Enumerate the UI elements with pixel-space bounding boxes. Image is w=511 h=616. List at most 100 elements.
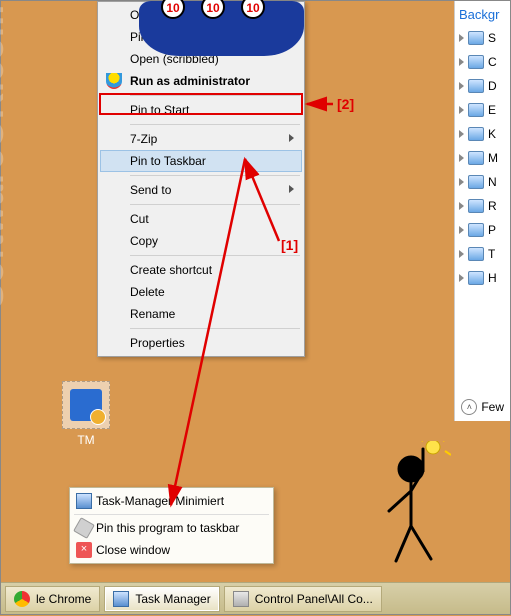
close-icon: × bbox=[76, 542, 92, 558]
row-label: C bbox=[488, 55, 497, 69]
taskbar-button-label: Control Panel\All Co... bbox=[255, 592, 373, 606]
row-label: D bbox=[488, 79, 497, 93]
panel-row[interactable]: M bbox=[459, 146, 506, 170]
menu-separator bbox=[130, 95, 300, 96]
panel-row[interactable]: T bbox=[459, 242, 506, 266]
menu-item-copy[interactable]: Copy bbox=[100, 230, 302, 252]
menu-item-label: Run as administrator bbox=[130, 74, 250, 88]
expand-icon bbox=[459, 202, 464, 210]
menu-item-label: 7-Zip bbox=[130, 132, 157, 146]
taskbar-button-label: le Chrome bbox=[36, 592, 91, 606]
jumplist-label: Pin this program to taskbar bbox=[96, 521, 239, 535]
panel-row[interactable]: S bbox=[459, 26, 506, 50]
panel-row[interactable]: K bbox=[459, 122, 506, 146]
menu-item-label: Copy bbox=[130, 234, 158, 248]
menu-item-cut[interactable]: Cut bbox=[100, 208, 302, 230]
panel-row[interactable]: P bbox=[459, 218, 506, 242]
row-label: H bbox=[488, 271, 497, 285]
menu-item-send-to[interactable]: Send to bbox=[100, 179, 302, 201]
scribble-number: 10 bbox=[201, 0, 225, 19]
row-icon bbox=[468, 175, 484, 189]
row-icon bbox=[468, 151, 484, 165]
row-label: R bbox=[488, 199, 497, 213]
menu-item-run-as-administrator[interactable]: Run as administrator bbox=[100, 70, 302, 92]
annotation-label-2: [2] bbox=[337, 96, 354, 112]
row-icon bbox=[468, 199, 484, 213]
menu-item-label: Send to bbox=[130, 183, 171, 197]
taskbar-button-task-manager[interactable]: Task Manager bbox=[104, 586, 219, 612]
menu-separator bbox=[130, 255, 300, 256]
expand-icon bbox=[459, 106, 464, 114]
menu-item-label: Properties bbox=[130, 336, 185, 350]
row-icon bbox=[468, 31, 484, 45]
row-label: P bbox=[488, 223, 496, 237]
submenu-arrow-icon bbox=[289, 185, 294, 193]
panel-row[interactable]: H bbox=[459, 266, 506, 290]
cp-icon bbox=[233, 591, 249, 607]
panel-row[interactable]: D bbox=[459, 74, 506, 98]
expand-icon bbox=[459, 82, 464, 90]
row-icon bbox=[468, 103, 484, 117]
panel-row[interactable]: C bbox=[459, 50, 506, 74]
taskbar-jumplist: Task-Manager Minimiert Pin this program t… bbox=[69, 487, 274, 564]
menu-item-pin-to-start[interactable]: Pin to Start bbox=[100, 99, 302, 121]
watermark-text: SoftwareOK.com bbox=[0, 3, 12, 307]
jumplist-item-task-manager-minimiert[interactable]: Task-Manager Minimiert bbox=[72, 490, 271, 512]
scribble-number: 10 bbox=[161, 0, 185, 19]
expand-icon bbox=[459, 274, 464, 282]
taskbar-button-control-panel-all-co-[interactable]: Control Panel\All Co... bbox=[224, 586, 382, 612]
menu-item-delete[interactable]: Delete bbox=[100, 281, 302, 303]
row-label: N bbox=[488, 175, 497, 189]
menu-separator bbox=[130, 204, 300, 205]
fewer-label: Few bbox=[481, 400, 504, 414]
menu-item-7-zip[interactable]: 7-Zip bbox=[100, 128, 302, 150]
menu-item-label: Create shortcut bbox=[130, 263, 212, 277]
panel-row[interactable]: E bbox=[459, 98, 506, 122]
pin-icon bbox=[73, 517, 95, 539]
taskbar: le Chrome Task Manager Control Panel\All C… bbox=[1, 582, 510, 614]
expand-icon bbox=[459, 34, 464, 42]
chevron-up-icon: ˄ bbox=[461, 399, 477, 415]
menu-separator bbox=[130, 328, 300, 329]
panel-heading: Backgr bbox=[459, 7, 506, 22]
jumplist-item-pin-this-program-to-taskbar[interactable]: Pin this program to taskbar bbox=[72, 517, 271, 539]
shortcut-label: TM bbox=[51, 433, 121, 447]
menu-item-label: Pin to Start bbox=[130, 103, 189, 117]
jumplist-label: Close window bbox=[96, 543, 170, 557]
menu-separator bbox=[74, 514, 269, 515]
tm-icon bbox=[76, 493, 92, 509]
row-label: T bbox=[488, 247, 495, 261]
row-label: E bbox=[488, 103, 496, 117]
desktop-shortcut-tm[interactable]: TM bbox=[51, 381, 121, 447]
row-icon bbox=[468, 55, 484, 69]
expand-icon bbox=[459, 130, 464, 138]
jumplist-label: Task-Manager Minimiert bbox=[96, 494, 224, 508]
idea-figure-icon bbox=[361, 441, 451, 571]
fewer-details[interactable]: ˄ Few bbox=[461, 399, 504, 415]
menu-item-create-shortcut[interactable]: Create shortcut bbox=[100, 259, 302, 281]
expand-icon bbox=[459, 250, 464, 258]
tm-icon bbox=[113, 591, 129, 607]
row-label: S bbox=[488, 31, 496, 45]
expand-icon bbox=[459, 178, 464, 186]
scribble-number: 10 bbox=[241, 0, 265, 19]
shield-icon bbox=[106, 73, 122, 89]
menu-item-rename[interactable]: Rename bbox=[100, 303, 302, 325]
jumplist-item-close-window[interactable]: × Close window bbox=[72, 539, 271, 561]
row-icon bbox=[468, 79, 484, 93]
menu-item-pin-to-taskbar[interactable]: Pin to Taskbar bbox=[100, 150, 302, 172]
expand-icon bbox=[459, 226, 464, 234]
taskbar-button-le-chrome[interactable]: le Chrome bbox=[5, 586, 100, 612]
panel-row[interactable]: R bbox=[459, 194, 506, 218]
row-label: M bbox=[488, 151, 498, 165]
menu-item-label: Cut bbox=[130, 212, 149, 226]
panel-row[interactable]: N bbox=[459, 170, 506, 194]
expand-icon bbox=[459, 58, 464, 66]
right-panel: Backgr SCDEKMNRPTH ˄ Few bbox=[454, 1, 510, 421]
row-icon bbox=[468, 247, 484, 261]
menu-item-label: Rename bbox=[130, 307, 175, 321]
menu-separator bbox=[130, 175, 300, 176]
menu-item-properties[interactable]: Properties bbox=[100, 332, 302, 354]
menu-separator bbox=[130, 124, 300, 125]
expand-icon bbox=[459, 154, 464, 162]
